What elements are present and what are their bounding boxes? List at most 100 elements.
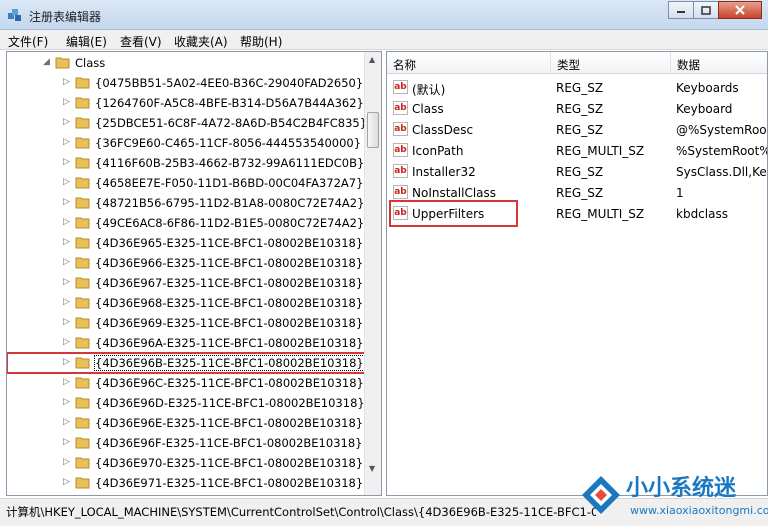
folder-icon: [75, 77, 90, 89]
watermark-url: www.xiaoxiaoxitongmi.com: [630, 504, 768, 517]
value-row[interactable]: ab ClassDesc REG_SZ @%SystemRoot: [387, 119, 767, 140]
scroll-down-icon[interactable]: ▼: [369, 464, 375, 473]
column-header-name[interactable]: 名称: [387, 52, 551, 74]
tree-item[interactable]: ▷ {0475BB51-5A02-4EE0-B36C-29040FAD2650}: [7, 73, 365, 93]
value-name: NoInstallClass: [412, 186, 497, 200]
tree-item[interactable]: ▷ {4D36E96A-E325-11CE-BFC1-08002BE10318}: [7, 333, 365, 353]
expand-arrow-icon[interactable]: ▷: [63, 117, 71, 127]
value-row[interactable]: ab Class REG_SZ Keyboard: [387, 98, 767, 119]
watermark-text: 小小系统迷: [626, 476, 737, 501]
expand-arrow-icon[interactable]: ▷: [63, 257, 71, 267]
expand-arrow-icon[interactable]: ▷: [63, 437, 71, 447]
value-list[interactable]: 名称 类型 数据 ab (默认) REG_SZ Keyboards ab Class REG…: [386, 51, 768, 496]
value-row[interactable]: ab Installer32 REG_SZ SysClass.Dll,Ke: [387, 161, 767, 182]
folder-icon: [75, 377, 90, 389]
string-value-icon: ab: [393, 101, 408, 115]
menu-favorites[interactable]: 收藏夹(A): [174, 33, 228, 50]
value-type: REG_SZ: [556, 81, 604, 95]
value-data: kbdclass: [676, 207, 728, 221]
menu-view[interactable]: 查看(V): [120, 33, 162, 50]
tree-item[interactable]: ▷ {4658EE7E-F050-11D1-B6BD-00C04FA372A7}: [7, 173, 365, 193]
tree-item-label: {4D36E96A-E325-11CE-BFC1-08002BE10318}: [95, 336, 364, 350]
menu-help[interactable]: 帮助(H): [240, 33, 282, 50]
scroll-thumb[interactable]: [367, 112, 379, 148]
expand-arrow-icon[interactable]: ▷: [63, 277, 71, 287]
expand-arrow-icon[interactable]: ▷: [63, 177, 71, 187]
tree-item-label: {0475BB51-5A02-4EE0-B36C-29040FAD2650}: [95, 76, 364, 90]
folder-icon: [75, 337, 90, 349]
expand-arrow-icon[interactable]: ▷: [63, 137, 71, 147]
tree-item[interactable]: ▷ {4D36E966-E325-11CE-BFC1-08002BE10318}: [7, 253, 365, 273]
maximize-button[interactable]: [693, 1, 719, 19]
expand-arrow-icon[interactable]: ▷: [63, 457, 71, 467]
string-value-icon: ab: [393, 143, 408, 157]
value-type: REG_SZ: [556, 123, 604, 137]
expand-arrow-icon[interactable]: ▷: [63, 157, 71, 167]
expand-arrow-icon[interactable]: ▷: [63, 77, 71, 87]
tree-item[interactable]: ▷ {1264760F-A5C8-4BFE-B314-D56A7B44A362}: [7, 93, 365, 113]
tree-item[interactable]: ▷ {4D36E96C-E325-11CE-BFC1-08002BE10318}: [7, 373, 365, 393]
tree-item[interactable]: ▷ {4D36E965-E325-11CE-BFC1-08002BE10318}: [7, 233, 365, 253]
tree-item-label: {36FC9E60-C465-11CF-8056-444553540000}: [95, 136, 362, 150]
tree-item[interactable]: ▷ {4D36E967-E325-11CE-BFC1-08002BE10318}: [7, 273, 365, 293]
highlight-box: [389, 200, 518, 227]
expand-arrow-icon[interactable]: ▷: [63, 337, 71, 347]
tree-scrollbar[interactable]: ▲ ▼: [364, 52, 381, 495]
expand-arrow-icon[interactable]: ▷: [63, 197, 71, 207]
menu-file[interactable]: 文件(F): [8, 33, 48, 50]
column-header-data[interactable]: 数据: [671, 52, 767, 74]
title-bar: 注册表编辑器: [0, 0, 768, 30]
folder-icon: [75, 357, 90, 369]
tree-item[interactable]: ▷ {49CE6AC8-6F86-11D2-B1E5-0080C72E74A2}: [7, 213, 365, 233]
expand-arrow-icon[interactable]: ▷: [63, 97, 71, 107]
expand-arrow-icon[interactable]: ▷: [63, 417, 71, 427]
folder-open-icon: [55, 57, 70, 69]
window-title: 注册表编辑器: [29, 10, 102, 24]
expand-arrow-icon[interactable]: ▷: [63, 477, 71, 487]
tree-item-label: {49CE6AC8-6F86-11D2-B1E5-0080C72E74A2}: [95, 216, 365, 230]
tree-item-label: {48721B56-6795-11D2-B1A8-0080C72E74A2}: [95, 196, 365, 210]
folder-icon: [75, 97, 90, 109]
value-type: REG_SZ: [556, 186, 604, 200]
tree-item-selected[interactable]: ▷ {4D36E96B-E325-11CE-BFC1-08002BE10318}: [7, 352, 366, 374]
folder-icon: [75, 257, 90, 269]
value-type: REG_SZ: [556, 102, 604, 116]
folder-icon: [75, 157, 90, 169]
collapse-arrow-icon[interactable]: ◢: [43, 57, 51, 67]
key-tree[interactable]: ◢ Class ▷ {0475BB51-5A02-4EE0-B36C-29040F…: [6, 51, 382, 496]
tree-item-label: {4D36E96D-E325-11CE-BFC1-08002BE10318}: [95, 396, 365, 410]
expand-arrow-icon[interactable]: ▷: [63, 397, 71, 407]
menu-bar: 文件(F) 编辑(E) 查看(V) 收藏夹(A) 帮助(H): [0, 30, 768, 50]
tree-item[interactable]: ▷ {4D36E968-E325-11CE-BFC1-08002BE10318}: [7, 293, 365, 313]
registry-editor-icon: [8, 9, 21, 21]
column-header-type[interactable]: 类型: [551, 52, 671, 74]
expand-arrow-icon[interactable]: ▷: [63, 377, 71, 387]
expand-arrow-icon[interactable]: ▷: [63, 217, 71, 227]
tree-item[interactable]: ▷ {4116F60B-25B3-4662-B732-99A6111EDC0B}: [7, 153, 365, 173]
value-name: (默认): [412, 83, 446, 97]
tree-item[interactable]: ▷ {4D36E970-E325-11CE-BFC1-08002BE10318}: [7, 453, 365, 473]
minimize-button[interactable]: [668, 1, 694, 19]
tree-item-class[interactable]: ◢ Class: [7, 53, 365, 73]
tree-item[interactable]: ▷ {4D36E971-E325-11CE-BFC1-08002BE10318}: [7, 473, 365, 493]
tree-item[interactable]: ▷ {25DBCE51-6C8F-4A72-8A6D-B54C2B4FC835}: [7, 113, 367, 133]
close-button[interactable]: [718, 1, 762, 19]
expand-arrow-icon[interactable]: ▷: [63, 237, 71, 247]
tree-item[interactable]: ▷ {48721B56-6795-11D2-B1A8-0080C72E74A2}: [7, 193, 365, 213]
value-row[interactable]: ab (默认) REG_SZ Keyboards: [387, 77, 767, 98]
expand-arrow-icon[interactable]: ▷: [63, 357, 71, 367]
folder-icon: [75, 117, 90, 129]
tree-item[interactable]: ▷ {4D36E96E-E325-11CE-BFC1-08002BE10318}: [7, 413, 365, 433]
tree-item[interactable]: ▷ {4D36E96F-E325-11CE-BFC1-08002BE10318}: [7, 433, 365, 453]
tree-item[interactable]: ▷ {4D36E96D-E325-11CE-BFC1-08002BE10318}: [7, 393, 365, 413]
value-row[interactable]: ab IconPath REG_MULTI_SZ %SystemRoot%: [387, 140, 767, 161]
scroll-up-icon[interactable]: ▲: [369, 55, 375, 64]
tree-item[interactable]: ▷ {36FC9E60-C465-11CF-8056-444553540000}: [7, 133, 365, 153]
tree-item[interactable]: ▷ {4D36E969-E325-11CE-BFC1-08002BE10318}: [7, 313, 365, 333]
folder-icon: [75, 237, 90, 249]
menu-edit[interactable]: 编辑(E): [66, 33, 107, 50]
expand-arrow-icon[interactable]: ▷: [63, 317, 71, 327]
status-path: 计算机\HKEY_LOCAL_MACHINE\SYSTEM\CurrentCon…: [6, 505, 596, 519]
expand-arrow-icon[interactable]: ▷: [63, 297, 71, 307]
value-type: REG_MULTI_SZ: [556, 144, 645, 158]
